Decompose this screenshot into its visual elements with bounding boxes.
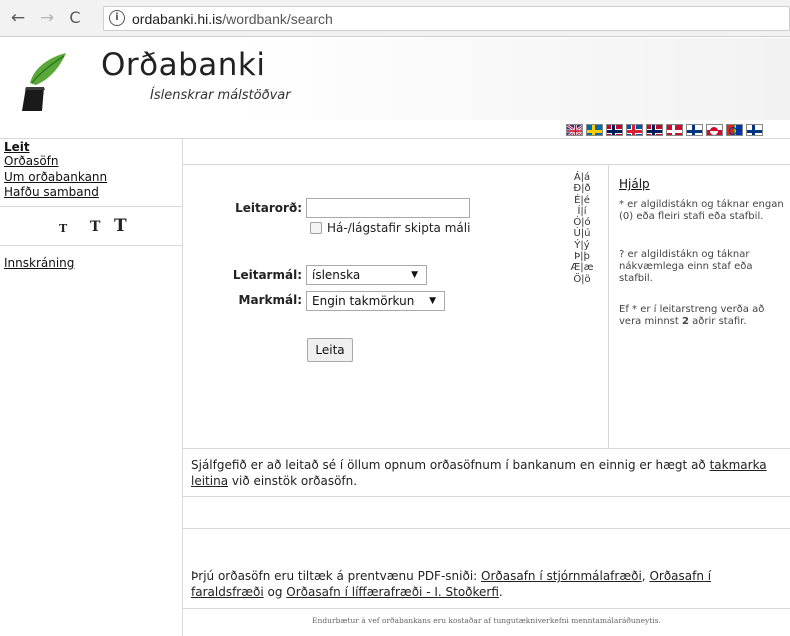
info-text-part: Þrjú orðasöfn eru tiltæk á prentvænu PDF…	[191, 569, 482, 583]
forward-arrow-icon[interactable]: →	[37, 8, 57, 28]
search-input[interactable]	[306, 198, 470, 218]
flag-no2-icon[interactable]	[646, 124, 663, 136]
char-pair[interactable]: Ú|ú	[564, 228, 600, 239]
help-text-part: aðrir stafir.	[688, 316, 747, 327]
nav-link-leit[interactable]: Leit	[4, 140, 30, 154]
info-icon[interactable]: i	[109, 10, 125, 26]
url-text[interactable]: ordabanki.hi.is/wordbank/search	[132, 11, 333, 27]
language-flags	[566, 124, 763, 136]
flag-gl-icon[interactable]	[706, 124, 723, 136]
reload-icon[interactable]: C	[65, 8, 85, 28]
divider	[183, 164, 790, 165]
dropdown-arrow-icon: ▼	[429, 296, 436, 306]
divider	[0, 206, 182, 207]
divider	[183, 496, 790, 497]
font-size-large-button[interactable]: T	[114, 216, 127, 236]
help-link[interactable]: Hjálp	[619, 177, 650, 191]
footer-text: Endurbætur á vef orðabankans eru kostaða…	[312, 616, 661, 625]
flag-fi2-icon[interactable]	[746, 124, 763, 136]
url-path: /wordbank/search	[222, 11, 333, 27]
divider	[183, 448, 790, 449]
logo-icon[interactable]	[20, 53, 68, 111]
divider	[182, 138, 183, 636]
case-sensitive-checkbox[interactable]	[310, 222, 322, 234]
divider	[608, 164, 609, 448]
flag-sami-icon[interactable]	[726, 124, 743, 136]
char-pair[interactable]: Ð|ð	[564, 183, 600, 194]
flag-fi-icon[interactable]	[686, 124, 703, 136]
char-pair[interactable]: Ý|ý	[564, 240, 600, 251]
char-pair[interactable]: Í|í	[564, 206, 600, 217]
site-title: Orðabanki	[101, 47, 266, 83]
flag-dk-icon[interactable]	[666, 124, 683, 136]
divider	[183, 608, 790, 609]
back-arrow-icon[interactable]: ←	[8, 8, 28, 28]
flag-no-icon[interactable]	[606, 124, 623, 136]
target-language-label: Markmál:	[238, 293, 302, 307]
nav-link-um-ordabankann[interactable]: Um orðabankann	[4, 170, 107, 184]
search-button[interactable]: Leita	[307, 338, 353, 362]
flag-se-icon[interactable]	[586, 124, 603, 136]
url-host: ordabanki.hi.is	[132, 11, 223, 27]
info-text-part: og	[263, 585, 287, 599]
pdf-link-stjornmalafraedi[interactable]: Orðasafn í stjórnmálafræði	[481, 569, 642, 583]
flag-gb-icon[interactable]	[566, 124, 583, 136]
char-pair[interactable]: É|é	[564, 195, 600, 206]
dropdown-arrow-icon: ▼	[411, 270, 418, 280]
char-pair[interactable]: Ö|ö	[564, 274, 600, 285]
pdf-link-liffaerafraedi[interactable]: Orðasafn í líffærafræði - I. Stoðkerfi	[286, 585, 499, 599]
divider	[183, 528, 790, 529]
login-link[interactable]: Innskráning	[4, 256, 74, 270]
nav-link-hafdu-samband[interactable]: Hafðu samband	[4, 185, 99, 199]
help-min-number: 2	[682, 316, 689, 327]
info-text-part: Sjálfgefið er að leitað sé í öllum opnum…	[191, 458, 710, 472]
info-text-part: við einstök orðasöfn.	[228, 474, 358, 488]
char-pair[interactable]: Æ|æ	[564, 262, 600, 273]
site-subtitle: Íslenskrar málstöðvar	[150, 88, 291, 103]
divider	[0, 245, 182, 246]
search-term-label: Leitarorð:	[235, 201, 302, 215]
font-size-medium-button[interactable]: T	[90, 219, 100, 235]
special-characters: Á|á Ð|ð É|é Í|í Ó|ó Ú|ú Ý|ý Þ|þ Æ|æ Ö|ö	[564, 172, 600, 285]
source-language-value: íslenska	[312, 268, 361, 282]
help-paragraph-wildcard: * er algildistákn og táknar engan (0) eð…	[619, 199, 784, 222]
case-sensitive-label: Há-/lágstafir skipta máli	[327, 221, 471, 235]
info-text-part: .	[498, 585, 503, 599]
nav-link-ordasofn[interactable]: Orðasöfn	[4, 154, 59, 168]
target-language-select[interactable]: Engin takmörkun ▼	[306, 291, 445, 311]
divider	[0, 138, 790, 139]
address-bar[interactable]: i ordabanki.hi.is/wordbank/search	[103, 6, 790, 31]
default-search-info: Sjálfgefið er að leitað sé í öllum opnum…	[191, 457, 786, 489]
help-paragraph-minimum: Ef * er í leitarstreng verða að vera min…	[619, 304, 789, 328]
char-pair[interactable]: Ó|ó	[564, 217, 600, 228]
char-pair[interactable]: Á|á	[564, 172, 600, 183]
char-pair[interactable]: Þ|þ	[564, 251, 600, 262]
pdf-info: Þrjú orðasöfn eru tiltæk á prentvænu PDF…	[191, 568, 786, 600]
source-language-label: Leitarmál:	[232, 268, 302, 282]
source-language-select[interactable]: íslenska ▼	[306, 265, 427, 285]
help-paragraph-question: ? er algildistákn og táknar nákvæmlega e…	[619, 249, 753, 284]
flag-is-icon[interactable]	[626, 124, 643, 136]
target-language-value: Engin takmörkun	[312, 294, 415, 308]
font-size-small-button[interactable]: T	[59, 222, 67, 235]
browser-toolbar: ← → C i ordabanki.hi.is/wordbank/search	[0, 0, 790, 37]
